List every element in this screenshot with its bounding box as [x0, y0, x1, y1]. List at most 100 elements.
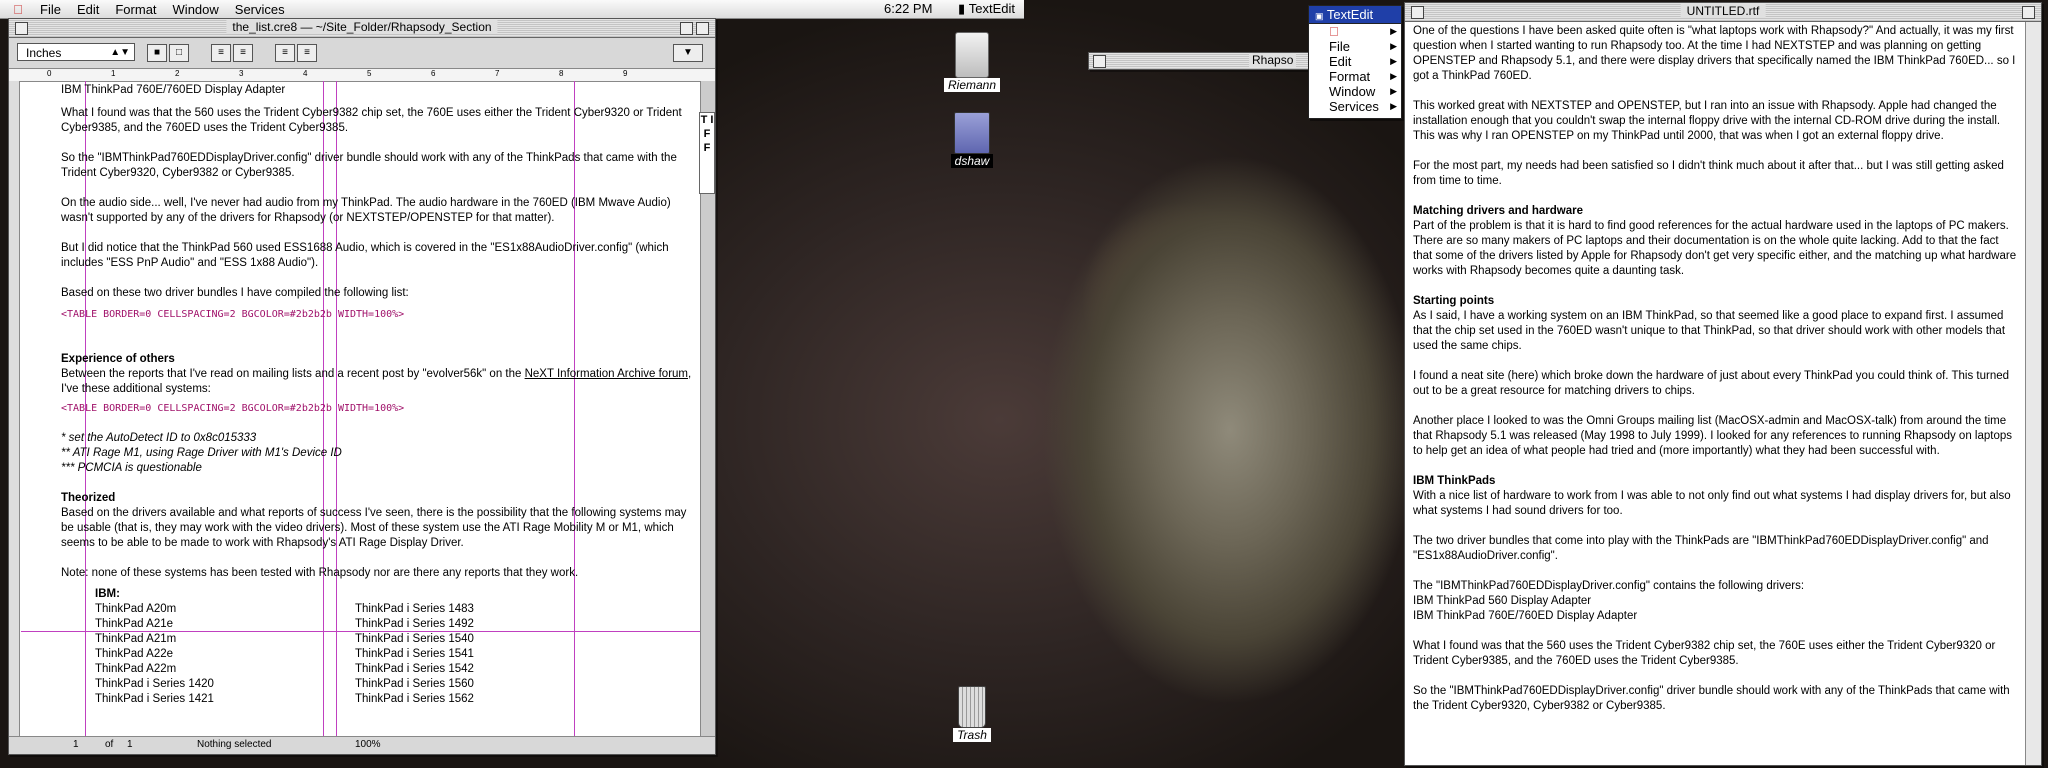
paragraph: IBM ThinkPad 760E/760ED Display Adapter	[61, 84, 286, 96]
table-row: ThinkPad i Series 1420 ThinkPad i Series …	[95, 677, 544, 692]
heading-theorized: Theorized	[61, 492, 116, 504]
page-of: of	[105, 739, 114, 750]
ruler-mark: 2	[175, 69, 180, 78]
rtf-paragraph: With a nice list of hardware to work fro…	[1413, 490, 2011, 517]
ruler-mark: 3	[239, 69, 244, 78]
table-row: ThinkPad A22e ThinkPad i Series 1541	[95, 647, 544, 662]
html-table-tag: <TABLE BORDER=0 CELLSPACING=2 BGCOLOR=#2…	[61, 309, 405, 320]
textedit-menu-window[interactable]: Window ▶	[1309, 84, 1401, 99]
textedit-menu-apple[interactable]: ▶	[1309, 24, 1401, 39]
menu-format[interactable]: Format	[107, 2, 164, 17]
computer-icon	[955, 32, 989, 78]
table-cell: ThinkPad A22e	[95, 648, 174, 660]
zoom-level[interactable]: 100%	[355, 739, 381, 750]
menu-window[interactable]: Window	[165, 2, 227, 17]
align-justify-icon[interactable]: ≡	[297, 44, 317, 62]
ruler-mark: 4	[303, 69, 308, 78]
submenu-arrow-icon: ▶	[1390, 56, 1397, 66]
paragraph: Based on these two driver bundles I have…	[61, 287, 409, 299]
rtf-vertical-scrollbar[interactable]	[2025, 22, 2041, 765]
toolbar-dropdown-icon[interactable]: ▼	[673, 44, 703, 62]
rtf-zoom-box[interactable]	[2022, 6, 2035, 19]
editor-window: the_list.cre8 — ~/Site_Folder/Rhapsody_S…	[8, 18, 716, 755]
selection-status: Nothing selected	[197, 739, 272, 750]
paragraph: On the audio side... well, I've never ha…	[61, 197, 671, 224]
menu-clock: 6:22 PM	[884, 1, 933, 16]
submenu-arrow-icon: ▶	[1390, 101, 1397, 111]
table-cell: ThinkPad A21m	[95, 633, 177, 645]
table-cell: ThinkPad i Series 1483	[355, 603, 474, 615]
ruler-mark: 9	[623, 69, 628, 78]
paragraph: What I found was that the 560 uses the T…	[61, 107, 682, 134]
textedit-menu-services[interactable]: Services ▶	[1309, 99, 1401, 114]
rtf-paragraph: Part of the problem is that it is hard t…	[1413, 220, 2017, 277]
ruler-mark: 7	[495, 69, 500, 78]
units-select[interactable]: Inches ▲▼	[17, 43, 135, 61]
submenu-arrow-icon: ▶	[1390, 71, 1397, 81]
tiff-tab[interactable]: T I F F	[699, 112, 715, 194]
textedit-menu-header[interactable]: ▣ TextEdit	[1309, 6, 1401, 24]
table-cell: ThinkPad A22m	[95, 663, 177, 675]
table-row: ThinkPad A22m ThinkPad i Series 1542	[95, 662, 544, 677]
desktop-icon-trash[interactable]: Trash	[937, 686, 1007, 742]
table-row: ThinkPad A20m ThinkPad i Series 1483	[95, 602, 544, 617]
footnote: *** PCMCIA is questionable	[61, 462, 202, 474]
rtf-close-box[interactable]	[1411, 6, 1424, 19]
editor-status-bar: 1 of 1 Nothing selected 100%	[9, 736, 715, 754]
rtf-paragraph: As I said, I have a working system on an…	[1413, 310, 2006, 352]
table-row: ThinkPad A21m ThinkPad i Series 1540	[95, 632, 544, 647]
menu-item-label: Edit	[1329, 54, 1352, 69]
textedit-menu-format[interactable]: Format ▶	[1309, 69, 1401, 84]
align-left-icon[interactable]: ≡	[211, 44, 231, 62]
textedit-menu-edit[interactable]: Edit ▶	[1309, 54, 1401, 69]
home-folder-icon	[954, 112, 990, 154]
editor-content[interactable]: IBM ThinkPad 760E/760ED Display Adapter …	[21, 81, 701, 736]
align-right-icon[interactable]: ≡	[275, 44, 295, 62]
trash-icon	[958, 686, 986, 728]
select-arrow-icon: ▲▼	[110, 47, 130, 58]
desktop-icon-dshaw[interactable]: dshaw	[937, 112, 1007, 168]
paragraph: So the "IBMThinkPad760EDDisplayDriver.co…	[61, 152, 677, 179]
archive-forum-link[interactable]: NeXT Information Archive forum	[525, 368, 688, 380]
rtf-paragraph: The two driver bundles that come into pl…	[1413, 535, 1989, 562]
lock-icon[interactable]: ■	[147, 44, 167, 62]
page-number[interactable]: 1	[73, 739, 79, 750]
align-center-icon[interactable]: ≡	[233, 44, 253, 62]
active-app-menu[interactable]: ▮ TextEdit	[958, 1, 1015, 17]
rtf-paragraph: Another place I looked to was the Omni G…	[1413, 415, 2012, 457]
background-window[interactable]: Rhapso	[1088, 52, 1315, 70]
table-cell: ThinkPad i Series 1542	[355, 663, 474, 675]
background-window-titlebar[interactable]: Rhapso	[1089, 53, 1314, 69]
table-cell: ThinkPad A20m	[95, 603, 177, 615]
rtf-titlebar[interactable]: UNTITLED.rtf	[1405, 3, 2041, 22]
unlock-icon[interactable]: □	[169, 44, 189, 62]
vertical-ruler[interactable]	[9, 81, 20, 736]
apple-menu-icon[interactable]: 	[10, 2, 26, 17]
rtf-paragraph: For the most part, my needs had been sat…	[1413, 160, 2004, 187]
rtf-paragraph: One of the questions I have been asked q…	[1413, 25, 2016, 82]
editor-collapse-box[interactable]	[696, 22, 709, 35]
table-cell: ThinkPad i Series 1562	[355, 693, 474, 705]
menu-file[interactable]: File	[32, 2, 69, 17]
editor-zoom-box[interactable]	[680, 22, 693, 35]
icon-label: Riemann	[943, 78, 1001, 92]
rtf-text-area[interactable]: One of the questions I have been asked q…	[1405, 22, 2025, 765]
rtf-paragraph: This worked great with NEXTSTEP and OPEN…	[1413, 100, 2001, 142]
menu-edit[interactable]: Edit	[69, 2, 107, 17]
submenu-arrow-icon: ▶	[1390, 26, 1397, 36]
editor-titlebar[interactable]: the_list.cre8 — ~/Site_Folder/Rhapsody_S…	[9, 19, 715, 38]
textedit-menu-file[interactable]: File ▶	[1309, 39, 1401, 54]
desktop-icon-riemann[interactable]: Riemann	[937, 32, 1007, 92]
editor-title: the_list.cre8 — ~/Site_Folder/Rhapsody_S…	[226, 20, 498, 34]
background-close-box[interactable]	[1093, 55, 1106, 68]
ruler-mark: 0	[47, 69, 52, 78]
menu-services[interactable]: Services	[227, 2, 293, 17]
editor-close-box[interactable]	[15, 22, 28, 35]
textedit-menu: ▣ TextEdit ▶ File▶ Edit ▶ Format▶ Window…	[1308, 5, 1402, 119]
units-value: Inches	[26, 46, 62, 60]
textedit-menu-title: TextEdit	[1326, 7, 1374, 22]
footnote: * set the AutoDetect ID to 0x8c015333	[61, 432, 257, 444]
menu-bar:  File Edit Format Window Services 6:22 …	[0, 0, 1024, 19]
rtf-paragraph: IBM ThinkPad 760E/760ED Display Adapter	[1413, 610, 1638, 622]
menu-item-label: Services	[1329, 99, 1379, 114]
